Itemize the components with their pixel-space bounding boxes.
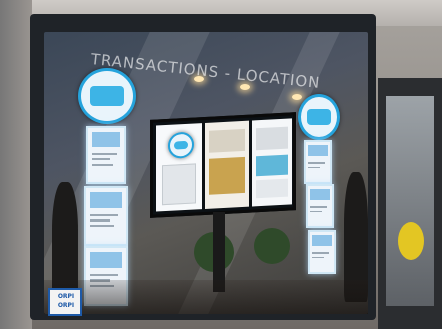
sticker-line-1: ORPI [57,293,75,300]
logo-mark [90,86,124,106]
brand-logo-badge [298,94,340,140]
display-screen [150,112,296,218]
listing-photo [209,156,245,195]
listing-panel [308,230,336,274]
window-sticker: ORPI ORPI [48,288,82,316]
interior-floor [44,280,368,314]
listing-panel [84,186,128,246]
listing-panel [304,140,332,184]
listing-photo [209,128,245,153]
listing-panel [86,126,126,184]
floorplan-image [162,163,196,206]
door-glass [386,96,434,306]
listing-photo [256,154,288,177]
screen-listing-panel [252,118,292,207]
logo-mark [307,109,331,125]
listing-photo [256,178,288,199]
listing-photo [256,126,288,151]
yellow-sign [398,222,424,260]
facade-left-wall [0,0,32,329]
screen-photo-panel [205,120,249,209]
plant [254,228,290,264]
listing-panel [306,184,334,228]
brand-logo-badge [78,68,136,124]
sticker-line-2: ORPI [57,302,75,309]
screen-logo-panel [156,123,202,212]
screen-logo [168,131,194,159]
